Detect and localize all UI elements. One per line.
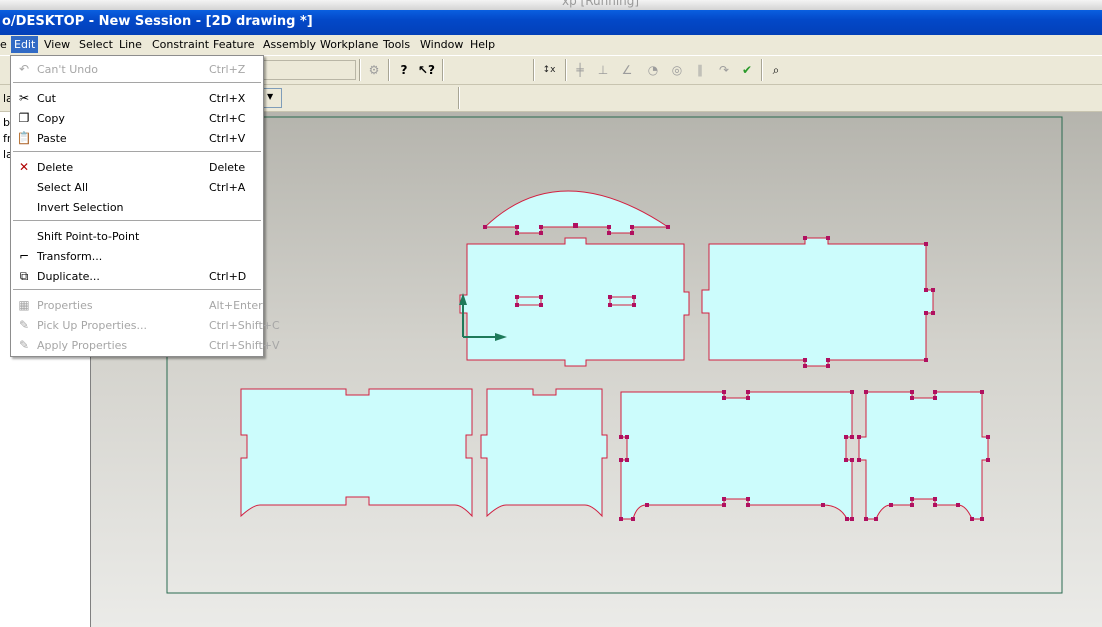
bottom-panel[interactable] (620, 391, 853, 520)
edit-menu-dropdown: ↶ Can't Undo Ctrl+Z ✂ Cut Ctrl+X ❐ Copy … (10, 55, 280, 357)
back-panel[interactable] (701, 237, 934, 367)
side-panel-small[interactable] (480, 388, 608, 518)
slot[interactable] (516, 296, 542, 306)
delete-icon: ✕ (18, 160, 30, 174)
menu-separator (13, 289, 261, 290)
menu-separator (13, 151, 261, 152)
menu-item-undo[interactable]: ↶ Can't Undo Ctrl+Z (11, 59, 263, 79)
menu-item-apply-properties[interactable]: ✎ Apply Properties Ctrl+Shift+V (11, 335, 280, 355)
menu-item-paste[interactable]: 📋 Paste Ctrl+V (11, 128, 263, 148)
menu-item-pick-up-properties[interactable]: ✎ Pick Up Properties... Ctrl+Shift+C (11, 315, 280, 335)
menu-item-invert-selection[interactable]: Invert Selection (11, 197, 263, 217)
menu-item-shift-point[interactable]: Shift Point-to-Point (11, 226, 263, 246)
menu-item-select-all[interactable]: Select All Ctrl+A (11, 177, 263, 197)
copy-icon: ❐ (18, 111, 30, 125)
apply-icon: ✎ (18, 338, 30, 352)
duplicate-icon: ⧉ (19, 269, 29, 283)
transform-icon: ⌐ (18, 249, 30, 263)
scissors-icon: ✂ (18, 91, 30, 105)
menu-item-properties[interactable]: ▦ Properties Alt+Enter (11, 295, 263, 315)
front-panel[interactable] (459, 237, 690, 367)
menu-item-delete[interactable]: ✕ Delete Delete (11, 157, 263, 177)
end-panel[interactable] (858, 391, 989, 520)
paste-icon: 📋 (16, 131, 32, 145)
properties-icon: ▦ (18, 298, 30, 312)
menu-item-copy[interactable]: ❐ Copy Ctrl+C (11, 108, 263, 128)
menu-separator (13, 220, 261, 221)
side-panel-left[interactable] (240, 388, 473, 518)
menu-item-duplicate[interactable]: ⧉ Duplicate... Ctrl+D (11, 266, 263, 286)
undo-icon: ↶ (18, 62, 30, 76)
menu-item-transform[interactable]: ⌐ Transform... (11, 246, 263, 266)
menu-separator (13, 82, 261, 83)
menu-item-cut[interactable]: ✂ Cut Ctrl+X (11, 88, 263, 108)
pickup-icon: ✎ (18, 318, 30, 332)
slot[interactable] (609, 296, 635, 306)
